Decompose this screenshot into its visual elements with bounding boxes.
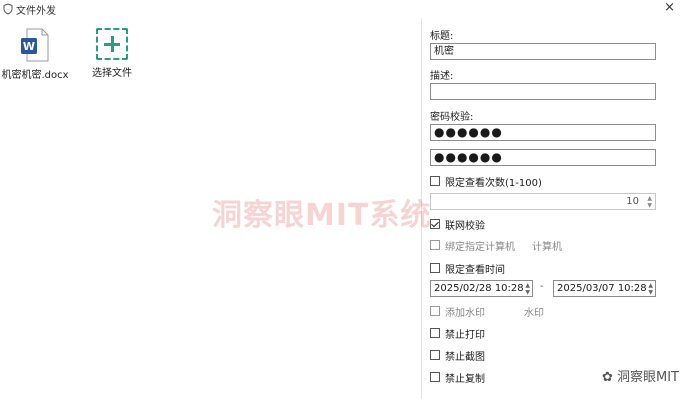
- file-item-docx[interactable]: W 机密机密.docx: [0, 28, 70, 81]
- password-confirm-input[interactable]: ●●●●●●: [430, 149, 656, 166]
- date-spin-icon[interactable]: ▲ ▼: [648, 282, 653, 296]
- spin-arrows-icon[interactable]: ▲ ▼: [647, 195, 652, 209]
- bind-computer-label: 绑定指定计算机: [445, 241, 515, 253]
- add-watermark-label: 添加水印: [445, 307, 485, 319]
- source-watermark: ✿ 洞察眼MIT: [602, 366, 679, 385]
- description-input[interactable]: [430, 83, 656, 100]
- end-date-value: 2025/03/07 10:28: [557, 283, 647, 294]
- date-separator: -: [540, 281, 544, 292]
- network-check-checkbox[interactable]: [430, 219, 440, 229]
- limit-time-option[interactable]: 限定查看时间: [430, 261, 505, 276]
- start-date-value: 2025/02/28 10:28: [434, 283, 524, 294]
- no-screenshot-label: 禁止截图: [445, 351, 485, 363]
- no-print-option[interactable]: 禁止打印: [430, 326, 485, 341]
- limit-views-checkbox[interactable]: [430, 176, 440, 186]
- source-watermark-text: 洞察眼MIT: [617, 370, 679, 385]
- select-file-label: 选择文件: [92, 68, 132, 79]
- limit-views-option[interactable]: 限定查看次数(1-100): [430, 174, 542, 189]
- limit-time-label: 限定查看时间: [445, 264, 505, 276]
- file-name: 机密机密.docx: [1, 70, 69, 81]
- limit-time-checkbox[interactable]: [430, 263, 440, 273]
- no-print-label: 禁止打印: [445, 329, 485, 341]
- title-bar: 文件外发 ×: [0, 0, 689, 18]
- network-check-option[interactable]: 联网校验: [430, 217, 485, 232]
- title-field-label: 标题:: [430, 31, 454, 42]
- no-copy-option[interactable]: 禁止复制: [430, 370, 485, 385]
- window-title: 文件外发: [16, 6, 56, 17]
- no-copy-checkbox[interactable]: [430, 372, 440, 382]
- paw-icon: ✿: [601, 370, 613, 385]
- no-screenshot-checkbox[interactable]: [430, 350, 440, 360]
- add-file-icon: [96, 28, 128, 60]
- password-input[interactable]: ●●●●●●: [430, 124, 656, 141]
- date-spin-icon[interactable]: ▲ ▼: [525, 282, 530, 296]
- close-button[interactable]: ×: [664, 0, 675, 15]
- title-input[interactable]: 机密: [430, 43, 656, 60]
- view-count-value: 10: [626, 196, 639, 207]
- bind-computer-option[interactable]: 绑定指定计算机: [430, 238, 515, 253]
- description-field-label: 描述:: [430, 71, 454, 82]
- select-file-button[interactable]: 选择文件: [77, 28, 147, 79]
- svg-text:W: W: [23, 40, 35, 53]
- view-count-stepper[interactable]: 10 ▲ ▼: [430, 193, 656, 210]
- add-watermark-checkbox[interactable]: [430, 306, 440, 316]
- no-copy-label: 禁止复制: [445, 373, 485, 385]
- no-screenshot-option[interactable]: 禁止截图: [430, 348, 485, 363]
- no-print-checkbox[interactable]: [430, 328, 440, 338]
- watermark-value: 水印: [524, 308, 544, 319]
- bind-computer-value: 计算机: [532, 242, 562, 253]
- network-check-label: 联网校验: [445, 220, 485, 232]
- start-date-picker[interactable]: 2025/02/28 10:28 ▲ ▼: [430, 280, 533, 297]
- word-document-icon: W: [20, 28, 50, 62]
- add-watermark-option[interactable]: 添加水印: [430, 304, 485, 319]
- limit-views-label: 限定查看次数(1-100): [445, 177, 542, 189]
- bind-computer-checkbox[interactable]: [430, 240, 440, 250]
- shield-icon: [3, 3, 13, 15]
- end-date-picker[interactable]: 2025/03/07 10:28 ▲ ▼: [553, 280, 656, 297]
- password-field-label: 密码校验:: [430, 112, 474, 123]
- center-watermark: 洞察眼MIT系统: [212, 198, 432, 233]
